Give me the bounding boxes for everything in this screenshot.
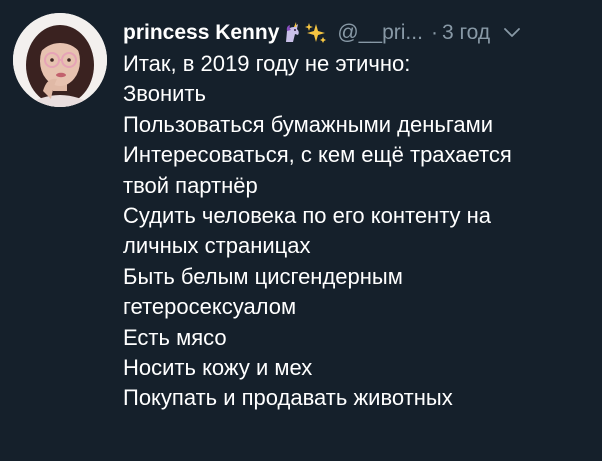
unicorn-emoji [281,22,303,44]
tweet-text: Итак, в 2019 году не этично: Звонить Пол… [123,49,593,414]
separator-dot: · [430,21,438,44]
tweet-text-line: Пользоваться бумажными деньгами [123,111,494,137]
tweet-text-line: Итак, в 2019 году не этично: [123,51,411,76]
tweet-text-line: Есть мясо [123,324,227,350]
tweet: princess Kenny @__pri... · 3 год Итак, в… [0,0,602,461]
tweet-text-line: Покупать и продавать животных [123,385,453,411]
tweet-text-line: Судить человека по его контенту на [123,202,492,228]
tweet-text-line: Быть белым цисгендерным [123,263,403,289]
tweet-text-line: Звонить [123,81,206,107]
tweet-header: princess Kenny @__pri... · 3 год [123,18,593,48]
tweet-text-line: личных страницах [123,233,311,259]
display-name[interactable]: princess Kenny [123,21,279,45]
avatar[interactable] [13,13,107,107]
timestamp[interactable]: 3 год [442,21,490,45]
avatar-image [13,13,107,107]
chevron-down-icon[interactable] [504,28,521,38]
tweet-text-line: гетеросексуалом [123,294,297,320]
tweet-text-line: Носить кожу и мех [123,354,313,380]
sparkles-emoji [305,22,327,44]
user-handle[interactable]: @__pri... [337,21,423,45]
tweet-text-line: Интересоваться, с кем ещё трахается [123,142,512,168]
tweet-text-line: твой партнёр [123,172,258,198]
